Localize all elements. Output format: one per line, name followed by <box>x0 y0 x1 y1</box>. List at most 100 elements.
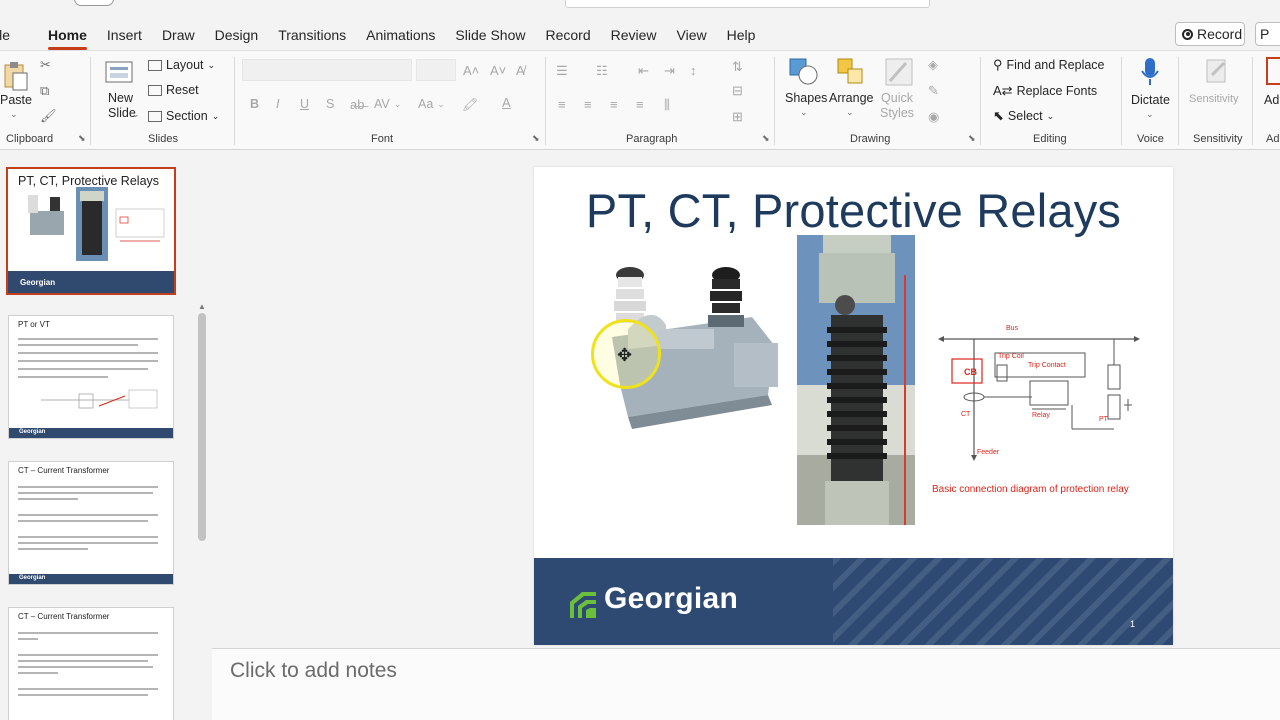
line-spacing-icon[interactable]: ↕ <box>690 63 697 78</box>
shape-outline-icon[interactable]: ✎ <box>928 83 939 99</box>
find-and-replace-button[interactable]: ⚲ Find and Replace <box>993 57 1105 73</box>
paste-icon[interactable] <box>2 59 28 91</box>
italic-button[interactable]: I <box>276 97 279 111</box>
chevron-down-icon[interactable]: ⌄ <box>1146 109 1154 120</box>
text-direction-icon[interactable]: ⇅ <box>732 59 743 75</box>
tab-help[interactable]: Help <box>717 14 766 54</box>
tab-view[interactable]: View <box>667 14 717 54</box>
align-text-icon[interactable]: ⊟ <box>732 83 743 99</box>
autosave-toggle[interactable] <box>74 0 114 6</box>
character-spacing-button[interactable]: AV ⌄ <box>374 97 401 111</box>
justify-icon[interactable]: ≡ <box>636 97 644 112</box>
microphone-icon[interactable] <box>1140 57 1160 87</box>
quick-styles-button[interactable]: Quick Styles <box>880 91 914 121</box>
chevron-down-icon[interactable]: ⌄ <box>846 107 854 118</box>
present-button[interactable]: P <box>1255 22 1280 46</box>
dialog-launcher-icon[interactable]: ⬊ <box>532 133 540 144</box>
tab-transitions[interactable]: Transitions <box>268 14 356 54</box>
arrange-icon[interactable] <box>836 57 866 87</box>
transformer-image <box>28 195 64 235</box>
dialog-launcher-icon[interactable]: ⬊ <box>762 133 770 144</box>
shapes-icon[interactable] <box>788 57 820 87</box>
cut-icon[interactable]: ✂ <box>40 57 51 73</box>
new-slide-icon[interactable] <box>104 59 134 87</box>
bullets-icon[interactable]: ☰ <box>556 63 568 79</box>
diagram-label-relay: Relay <box>1032 412 1050 419</box>
quick-styles-icon[interactable] <box>884 57 914 87</box>
sensitivity-button[interactable]: Sensitivity <box>1189 93 1239 105</box>
addins-button[interactable]: Ad <box>1264 93 1279 107</box>
slide-thumbnail-1[interactable]: PT, CT, Protective Relays Georgian <box>6 167 176 295</box>
format-painter-icon[interactable]: 🖌 <box>40 108 57 124</box>
shapes-button[interactable]: Shapes <box>785 91 827 105</box>
smartart-icon[interactable]: ⊞ <box>732 109 743 125</box>
shape-fill-icon[interactable]: ◈ <box>928 57 938 73</box>
slide-thumbnail-4[interactable]: CT – Current Transformer <box>8 607 174 720</box>
notes-placeholder[interactable]: Click to add notes <box>230 659 397 683</box>
arrange-button[interactable]: Arrange <box>829 91 873 105</box>
slide-title[interactable]: PT, CT, Protective Relays <box>534 183 1173 238</box>
tab-slide-show[interactable]: Slide Show <box>445 14 535 54</box>
increase-indent-icon[interactable]: ⇥ <box>664 63 675 79</box>
thumbnail-text-line <box>18 486 158 488</box>
tab-home[interactable]: Home <box>38 14 97 54</box>
chevron-down-icon[interactable]: ⌄ <box>800 107 808 118</box>
divider <box>980 57 981 145</box>
addins-icon[interactable] <box>1266 57 1280 85</box>
georgian-logo-icon <box>570 592 596 618</box>
bold-label: B <box>250 97 260 111</box>
strikethrough-icon[interactable]: a̶b̶ <box>350 97 364 112</box>
replace-fonts-button[interactable]: A͏⇄ Replace Fonts <box>993 83 1097 99</box>
current-transformer-photo[interactable] <box>797 235 915 525</box>
slide-thumbnail-3[interactable]: CT – Current Transformer Georgian <box>8 461 174 585</box>
align-center-icon[interactable]: ≡ <box>584 97 592 112</box>
font-size-box[interactable] <box>416 59 456 81</box>
shape-effects-icon[interactable]: ◉ <box>928 109 939 125</box>
tab-record[interactable]: Record <box>535 14 600 54</box>
section-button[interactable]: Section ⌄ <box>148 109 219 123</box>
sensitivity-icon[interactable] <box>1204 57 1230 87</box>
select-button[interactable]: ⬉ Select ⌄ <box>993 108 1054 124</box>
tab-insert[interactable]: Insert <box>97 14 152 54</box>
numbering-icon[interactable]: ☷ <box>596 63 608 79</box>
tab-animations[interactable]: Animations <box>356 14 445 54</box>
slide-1[interactable]: PT, CT, Protective Relays Bus Trip Coil … <box>534 167 1173 645</box>
change-case-button[interactable]: Aa ⌄ <box>418 97 445 111</box>
scroll-up-arrow[interactable]: ▲ <box>198 303 206 311</box>
tab-file[interactable]: ile <box>0 14 20 54</box>
slide-thumbnail-2[interactable]: PT or VT Georgian <box>8 315 174 439</box>
addins-label: Ad <box>1264 93 1280 107</box>
notes-pane[interactable]: Click to add notes <box>212 648 1280 720</box>
font-name-box[interactable] <box>242 59 412 81</box>
clear-formatting-icon[interactable]: A̸ <box>516 63 525 78</box>
thumbnail-scrollbar[interactable] <box>198 313 206 541</box>
tab-design[interactable]: Design <box>205 14 269 54</box>
decrease-indent-icon[interactable]: ⇤ <box>638 63 649 79</box>
search-box[interactable] <box>565 0 930 8</box>
align-left-icon[interactable]: ≡ <box>558 97 566 112</box>
divider <box>1121 57 1122 145</box>
underline-button[interactable]: U <box>300 97 309 111</box>
highlight-icon[interactable]: 🖍 <box>462 97 479 113</box>
thumbnail-footer-logo: Georgian <box>19 429 46 435</box>
copy-icon[interactable]: ⧉ <box>40 83 49 99</box>
decrease-font-icon[interactable]: A˅ <box>490 63 506 78</box>
record-button[interactable]: Record <box>1175 22 1245 46</box>
increase-font-icon[interactable]: A˄ <box>463 63 479 78</box>
tab-review[interactable]: Review <box>601 14 667 54</box>
dialog-launcher-icon[interactable]: ⬊ <box>78 133 86 144</box>
chevron-down-icon[interactable]: ⌄ <box>10 109 18 120</box>
paste-button[interactable]: Paste <box>0 93 32 107</box>
divider <box>1252 57 1253 145</box>
shadow-button[interactable]: S <box>326 97 334 111</box>
tab-draw[interactable]: Draw <box>152 14 205 54</box>
font-color-icon[interactable]: A <box>502 95 511 110</box>
align-right-icon[interactable]: ≡ <box>610 97 618 112</box>
layout-button[interactable]: Layout ⌄ <box>148 58 215 72</box>
dialog-launcher-icon[interactable]: ⬊ <box>968 133 976 144</box>
chevron-down-icon[interactable]: ⌄ <box>132 109 140 120</box>
reset-button[interactable]: Reset <box>148 83 199 97</box>
bold-button[interactable]: B <box>250 97 259 111</box>
columns-icon[interactable]: ⫼ <box>664 97 670 113</box>
dictate-button[interactable]: Dictate <box>1131 93 1170 107</box>
